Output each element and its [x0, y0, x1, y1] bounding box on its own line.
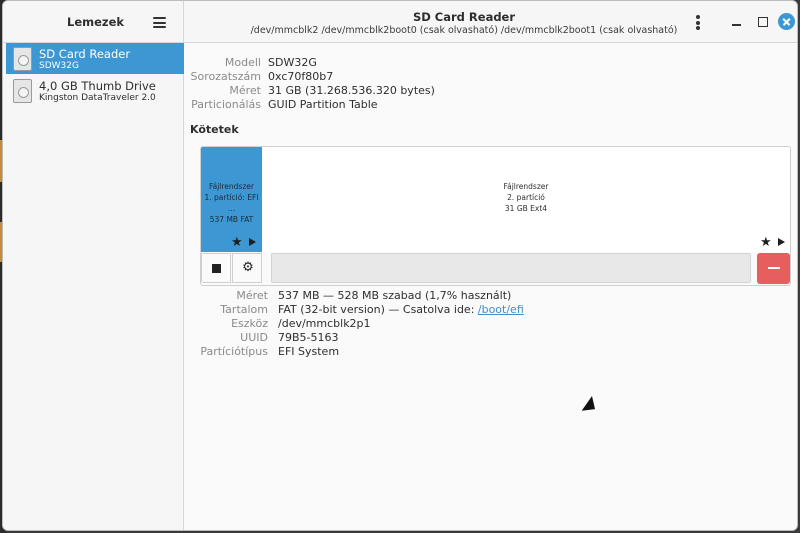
- size-label: Méret: [229, 84, 261, 97]
- minimize-button[interactable]: [729, 14, 745, 30]
- close-button[interactable]: [778, 13, 795, 30]
- delete-partition-button[interactable]: [757, 253, 790, 284]
- partition-1-size: 537 MB FAT: [209, 215, 254, 224]
- partition-2-name: 2. partíció: [507, 193, 545, 202]
- model-value: SDW32G: [268, 56, 317, 69]
- star-icon: ★: [760, 235, 772, 250]
- sidebar-header: Lemezek: [3, 1, 183, 43]
- partition-2-block[interactable]: Fájlrendszer 2. partíció 31 GB Ext4 ★: [262, 147, 790, 252]
- play-icon: [249, 238, 256, 246]
- drive-subtitle: Kingston DataTraveler 2.0: [39, 93, 156, 103]
- drive-item-thumb-drive[interactable]: 4,0 GB Thumb Drive Kingston DataTraveler…: [6, 75, 184, 106]
- partition-2-size: 31 GB Ext4: [504, 204, 548, 213]
- size-value: 31 GB (31.268.536.320 bytes): [268, 84, 435, 97]
- gear-icon: ⚙: [242, 260, 254, 275]
- serial-label: Sorozatszám: [190, 70, 261, 83]
- vol-contents-text: FAT (32-bit version) — Csatolva ide:: [278, 303, 478, 316]
- model-label: Modell: [224, 56, 261, 69]
- volume-toolbar: ⚙: [201, 252, 790, 285]
- drive-item-sd-card-reader[interactable]: SD Card Reader SDW32G: [6, 43, 184, 74]
- volumes-graph: Fájlrendszer 1. partíció: EFI ... 537 MB…: [200, 146, 791, 286]
- usb-drive-icon: [13, 79, 32, 103]
- drive-name: 4,0 GB Thumb Drive: [39, 79, 156, 93]
- vol-parttype-value: EFI System: [278, 345, 340, 358]
- partitioning-value: GUID Partition Table: [268, 98, 378, 111]
- play-icon: [778, 238, 785, 246]
- maximize-button[interactable]: [755, 14, 771, 30]
- window-title: SD Card Reader: [412, 10, 516, 24]
- window-subtitle: /dev/mmcblk2 /dev/mmcblk2boot0 (csak olv…: [250, 25, 678, 36]
- partition-2-type: Fájlrendszer: [503, 182, 549, 191]
- partition-1-block[interactable]: Fájlrendszer 1. partíció: EFI ... 537 MB…: [201, 147, 262, 252]
- vol-parttype-label: Partíciótípus: [200, 345, 268, 358]
- stop-icon[interactable]: [201, 253, 231, 283]
- vol-device-value: /dev/mmcblk2p1: [278, 317, 371, 330]
- vol-contents-label: Tartalom: [220, 303, 268, 316]
- partition-1-name: 1. partíció: EFI ...: [204, 193, 259, 213]
- serial-value: 0xc70f80b7: [268, 70, 334, 83]
- vol-device-label: Eszköz: [231, 317, 268, 330]
- drive-name: SD Card Reader: [39, 47, 131, 61]
- header-bar: SD Card Reader /dev/mmcblk2 /dev/mmcblk2…: [184, 1, 797, 43]
- vol-uuid-value: 79B5-5163: [278, 331, 339, 344]
- main-content: Modell SDW32G Sorozatszám 0xc70f80b7 Mér…: [184, 44, 797, 530]
- star-icon: ★: [231, 235, 243, 250]
- gear-button[interactable]: ⚙: [232, 253, 262, 283]
- sidebar: Lemezek SD Card Reader SDW32G 4,0 GB Thu…: [3, 1, 184, 530]
- mount-point-link[interactable]: /boot/efi: [478, 303, 524, 316]
- volumes-title: Kötetek: [190, 123, 239, 136]
- partitioning-label: Particionálás: [191, 98, 261, 111]
- sd-card-icon: [13, 47, 32, 71]
- partition-1-type: Fájlrendszer: [209, 182, 254, 191]
- toolbar-spacer: [271, 253, 751, 283]
- vertical-dots-icon[interactable]: [695, 15, 701, 31]
- vol-size-value: 537 MB — 528 MB szabad (1,7% használt): [278, 289, 512, 302]
- hamburger-icon[interactable]: [153, 17, 166, 28]
- disks-window: Lemezek SD Card Reader SDW32G 4,0 GB Thu…: [2, 0, 798, 531]
- vol-size-label: Méret: [236, 289, 268, 302]
- vol-uuid-label: UUID: [240, 331, 268, 344]
- drive-subtitle: SDW32G: [39, 61, 79, 71]
- vol-contents-value: FAT (32-bit version) — Csatolva ide: /bo…: [278, 303, 524, 316]
- sidebar-title: Lemezek: [67, 15, 125, 29]
